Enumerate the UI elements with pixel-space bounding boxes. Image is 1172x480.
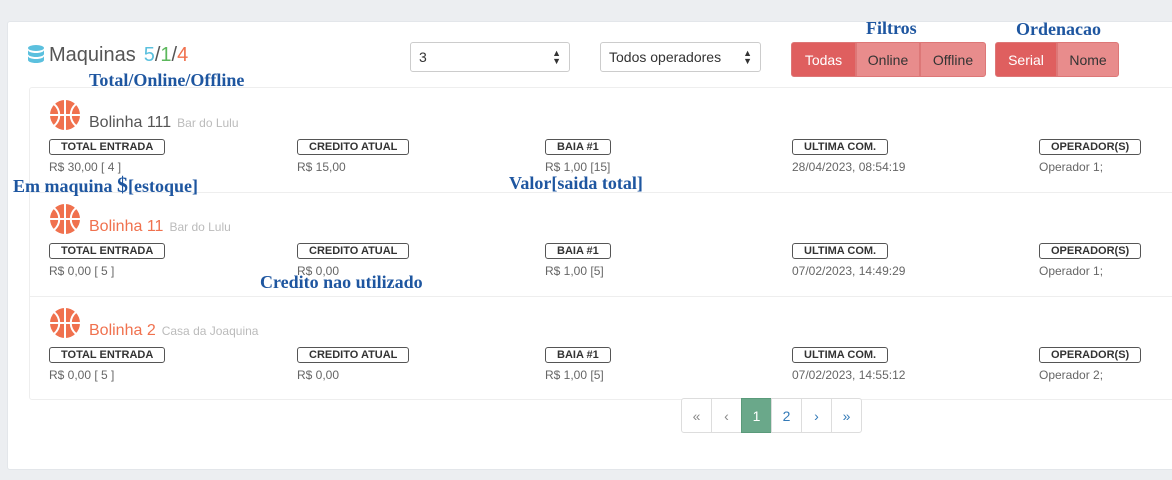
page-first-button[interactable]: « <box>681 398 712 433</box>
total-entrada-value: R$ 0,00 [ 5 ] <box>49 264 115 278</box>
machine-title: Bolinha 11 Bar do Lulu <box>89 218 231 236</box>
annotation-dollar: $ <box>117 172 129 197</box>
page-next-button[interactable]: › <box>801 398 832 433</box>
machine-name: Bolinha 11 <box>89 218 164 235</box>
order-serial-button[interactable]: Serial <box>995 42 1057 77</box>
pagination: « ‹ 1 2 › » <box>681 398 862 433</box>
count-offline: 4 <box>177 43 189 66</box>
machine-row[interactable]: Bolinha 11 Bar do Lulu TOTAL ENTRADA R$ 0… <box>30 192 1172 297</box>
baia-field: BAIA #1 R$ 1,00 [5] <box>545 241 611 278</box>
annotation-estoque: [estoque] <box>128 176 199 196</box>
ultima-com-field: ULTIMA COM. 07/02/2023, 14:55:12 <box>792 345 905 382</box>
credito-atual-value: R$ 0,00 <box>297 368 340 382</box>
basketball-icon <box>50 204 80 234</box>
annotation-filtros: Filtros <box>866 18 917 38</box>
operadores-label: OPERADOR(S) <box>1039 347 1142 363</box>
total-entrada-value: R$ 0,00 [ 5 ] <box>49 368 115 382</box>
annotation-ordenacao: Ordenacao <box>1016 19 1101 39</box>
operadores-label: OPERADOR(S) <box>1039 243 1142 259</box>
machine-location: Bar do Lulu <box>177 116 239 130</box>
credito-atual-field: CREDITO ATUAL R$ 0,00 <box>297 345 410 382</box>
basketball-icon <box>50 100 80 130</box>
baia-field: BAIA #1 R$ 1,00 [15] <box>545 137 611 174</box>
baia-value: R$ 1,00 [5] <box>545 264 604 278</box>
ultima-com-value: 07/02/2023, 14:49:29 <box>792 264 906 278</box>
total-entrada-label: TOTAL ENTRADA <box>49 347 166 363</box>
status-filter-group: Todas Online Offline <box>791 42 986 77</box>
ultima-com-field: ULTIMA COM. 28/04/2023, 08:54:19 <box>792 137 905 174</box>
page-last-button[interactable]: » <box>831 398 862 433</box>
ultima-com-label: ULTIMA COM. <box>792 347 889 363</box>
ultima-com-label: ULTIMA COM. <box>792 243 889 259</box>
operadores-value: Operador 2; <box>1039 368 1104 382</box>
machine-location: Casa da Joaquina <box>161 324 259 338</box>
machine-name: Bolinha 2 <box>89 322 156 339</box>
page-1-button[interactable]: 1 <box>741 398 772 433</box>
page-prev-button[interactable]: ‹ <box>711 398 742 433</box>
annotation-em-maquina-text: Em maquina <box>13 176 113 196</box>
total-entrada-field: TOTAL ENTRADA R$ 0,00 [ 5 ] <box>49 345 166 382</box>
machine-title: Bolinha 111 Bar do Lulu <box>89 114 239 132</box>
ultima-com-value: 28/04/2023, 08:54:19 <box>792 160 906 174</box>
filter-online-button[interactable]: Online <box>856 42 920 77</box>
total-entrada-field: TOTAL ENTRADA R$ 30,00 [ 4 ] <box>49 137 166 174</box>
baia-label: BAIA #1 <box>545 347 611 363</box>
operadores-label: OPERADOR(S) <box>1039 139 1142 155</box>
operator-select[interactable]: Todos operadores ▲ ▼ <box>600 42 761 72</box>
operator-select-value: Todos operadores <box>609 49 722 65</box>
operadores-value: Operador 1; <box>1039 264 1104 278</box>
total-entrada-field: TOTAL ENTRADA R$ 0,00 [ 5 ] <box>49 241 166 278</box>
baia-label: BAIA #1 <box>545 139 611 155</box>
baia-value: R$ 1,00 [5] <box>545 368 604 382</box>
order-name-button[interactable]: Nome <box>1057 42 1119 77</box>
baia-field: BAIA #1 R$ 1,00 [5] <box>545 345 611 382</box>
quantity-select-value: 3 <box>419 49 427 65</box>
database-icon <box>28 45 44 63</box>
machine-row[interactable]: Bolinha 2 Casa da Joaquina TOTAL ENTRADA … <box>30 296 1172 400</box>
credito-atual-value: R$ 15,00 <box>297 160 346 174</box>
filter-offline-button[interactable]: Offline <box>920 42 986 77</box>
page-title: Maquinas 5/1/4 <box>27 42 188 68</box>
credito-atual-field: CREDITO ATUAL R$ 15,00 <box>297 137 410 174</box>
credito-atual-label: CREDITO ATUAL <box>297 139 410 155</box>
credito-atual-label: CREDITO ATUAL <box>297 243 410 259</box>
total-entrada-label: TOTAL ENTRADA <box>49 243 166 259</box>
annotation-credito: Credito nao utilizado <box>260 272 423 292</box>
annotation-total-online-offline: Total/Online/Offline <box>89 70 245 90</box>
ultima-com-value: 07/02/2023, 14:55:12 <box>792 368 906 382</box>
page-2-button[interactable]: 2 <box>771 398 802 433</box>
basketball-icon <box>50 308 80 338</box>
machine-list: Bolinha 111 Bar do Lulu TOTAL ENTRADA R$ … <box>29 87 1172 400</box>
filter-all-button[interactable]: Todas <box>791 42 856 77</box>
total-entrada-label: TOTAL ENTRADA <box>49 139 166 155</box>
operadores-field: OPERADOR(S) Operador 1; <box>1039 137 1142 174</box>
machine-title: Bolinha 2 Casa da Joaquina <box>89 322 258 340</box>
credito-atual-label: CREDITO ATUAL <box>297 347 410 363</box>
count-total: 5 <box>143 43 155 66</box>
annotation-em-maquina: Em maquina $[estoque] <box>13 172 198 198</box>
title-text: Maquinas <box>49 43 136 66</box>
sort-caret-icon: ▲ ▼ <box>743 48 752 66</box>
count-online: 1 <box>160 43 172 66</box>
order-group: Serial Nome <box>995 42 1119 77</box>
ultima-com-field: ULTIMA COM. 07/02/2023, 14:49:29 <box>792 241 905 278</box>
ultima-com-label: ULTIMA COM. <box>792 139 889 155</box>
machine-name: Bolinha 111 <box>89 114 172 131</box>
quantity-select[interactable]: 3 ▲ ▼ <box>410 42 570 72</box>
operadores-value: Operador 1; <box>1039 160 1104 174</box>
baia-value: R$ 1,00 [15] <box>545 160 611 174</box>
sort-caret-icon: ▲ ▼ <box>552 48 561 66</box>
operadores-field: OPERADOR(S) Operador 1; <box>1039 241 1142 278</box>
baia-label: BAIA #1 <box>545 243 611 259</box>
machine-location: Bar do Lulu <box>169 220 231 234</box>
annotation-valor: Valor[saida total] <box>509 173 643 193</box>
operadores-field: OPERADOR(S) Operador 2; <box>1039 345 1142 382</box>
